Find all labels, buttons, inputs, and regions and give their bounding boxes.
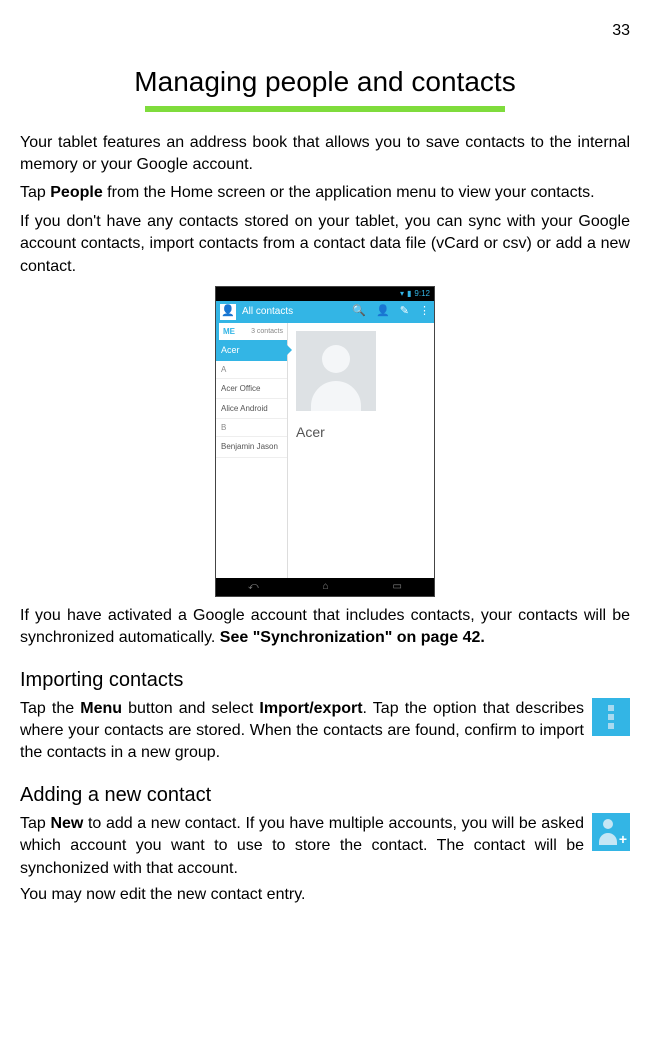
status-bar: ▾ ▮ 9:12 [216,287,434,301]
menu-dot [608,723,614,729]
contacts-body: ME 3 contacts Acer A Acer Office Alice A… [216,323,434,578]
app-bar-title: All contacts [242,305,352,319]
text-span: Tap [20,184,50,201]
sidebar-item-acer[interactable]: Acer [216,340,287,361]
person-head [603,819,613,829]
contacts-sidebar: ME 3 contacts Acer A Acer Office Alice A… [216,323,288,578]
menu-keyword: Menu [80,700,122,717]
sidebar-letter-a: A [216,361,287,379]
sidebar-item-benjamin[interactable]: Benjamin Jason [216,437,287,457]
people-keyword: People [50,184,102,201]
adding-text: Tap New to add a new contact. If you hav… [20,813,584,880]
sidebar-letter-b: B [216,419,287,437]
sidebar-item-alice[interactable]: Alice Android [216,399,287,419]
intro-paragraph-1: Your tablet features an address book tha… [20,132,630,177]
menu-dot [608,705,614,711]
sync-paragraph: If you have activated a Google account t… [20,605,630,650]
plus-icon: + [619,830,627,850]
tablet-screenshot: ▾ ▮ 9:12 👤 All contacts 🔍 👤 ✎ ⋮ ME 3 con… [215,286,435,597]
edit-icon[interactable]: ✎ [400,304,409,319]
importing-text: Tap the Menu button and select Import/ex… [20,698,584,765]
avatar-head [322,345,350,373]
search-icon[interactable]: 🔍 [352,304,366,319]
adding-final-text: You may now edit the new contact entry. [20,884,630,906]
text-span: Tap [20,815,50,832]
app-bar: 👤 All contacts 🔍 👤 ✎ ⋮ [216,301,434,323]
text-span: from the Home screen or the application … [103,184,595,201]
nav-bar: ⤺ ⌂ ▭ [216,578,434,596]
contact-detail: Acer [288,323,434,578]
add-contact-button-icon: + [592,813,630,851]
wifi-icon: ▾ [400,288,404,299]
contact-avatar[interactable] [296,331,376,411]
sidebar-me-row[interactable]: ME 3 contacts [216,323,287,340]
title-underline [145,106,505,112]
intro-paragraph-3: If you don't have any contacts stored on… [20,211,630,278]
page-number: 33 [20,20,630,42]
importing-heading: Importing contacts [20,666,630,694]
sync-reference: See "Synchronization" on page 42. [220,629,485,646]
status-time: 9:12 [414,288,430,299]
me-label: ME [223,326,235,337]
app-bar-actions: 🔍 👤 ✎ ⋮ [352,304,430,319]
text-span: to add a new contact. If you have multip… [20,815,584,877]
add-contact-icon[interactable]: 👤 [376,304,390,319]
people-app-icon[interactable]: 👤 [220,304,236,320]
avatar-body [311,381,361,411]
menu-dot [608,714,614,720]
menu-icon[interactable]: ⋮ [419,304,430,319]
page-title: Managing people and contacts [20,62,630,101]
back-icon[interactable]: ⤺ [248,580,259,594]
new-keyword: New [50,815,83,832]
import-export-keyword: Import/export [259,700,362,717]
battery-icon: ▮ [407,288,411,299]
intro-paragraph-2: Tap People from the Home screen or the a… [20,182,630,204]
text-span: Tap the [20,700,80,717]
adding-heading: Adding a new contact [20,781,630,809]
menu-button-icon [592,698,630,736]
home-icon[interactable]: ⌂ [323,580,329,594]
sidebar-item-acer-office[interactable]: Acer Office [216,379,287,399]
importing-section: Tap the Menu button and select Import/ex… [20,698,630,765]
recents-icon[interactable]: ▭ [393,580,402,594]
person-body [599,833,617,845]
adding-section: Tap New to add a new contact. If you hav… [20,813,630,880]
contact-name-display: Acer [296,423,426,443]
text-span: button and select [122,700,259,717]
title-container: Managing people and contacts [20,62,630,111]
contact-count: 3 contacts [251,327,283,337]
